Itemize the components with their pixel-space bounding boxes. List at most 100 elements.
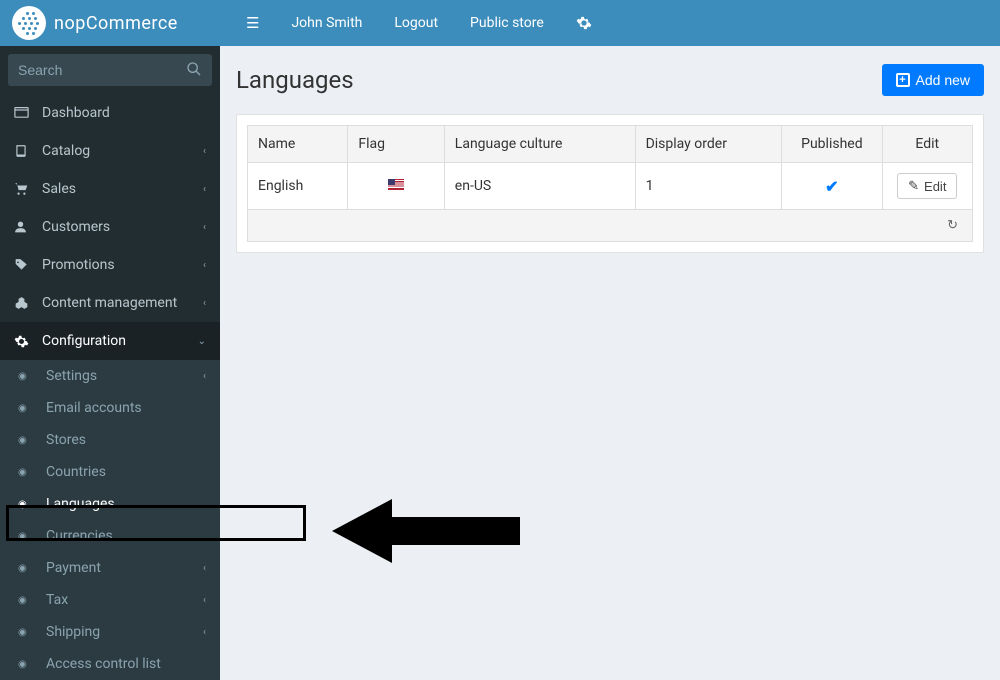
content-area: Languages + Add new Name Flag Language c… [220, 46, 1000, 680]
circle-icon: ◉ [18, 531, 36, 542]
brand-badge [12, 6, 46, 40]
sub-item-label: Currencies [46, 528, 206, 544]
sidebar-item-label: Catalog [42, 143, 203, 159]
sub-item-label: Access control list [46, 656, 206, 672]
check-icon: ✔ [825, 177, 838, 196]
cell-flag [348, 163, 444, 210]
sub-item-label: Countries [46, 464, 206, 480]
th-name[interactable]: Name [248, 126, 348, 163]
th-culture[interactable]: Language culture [444, 126, 635, 163]
chevron-left-icon: ‹ [203, 627, 206, 638]
user-link[interactable]: John Smith [277, 0, 376, 46]
sidebar-item-label: Customers [42, 219, 203, 235]
edit-label: Edit [924, 179, 946, 194]
th-published[interactable]: Published [782, 126, 882, 163]
us-flag-icon [388, 179, 404, 190]
sub-item-currencies[interactable]: ◉ Currencies [0, 520, 220, 552]
th-edit[interactable]: Edit [882, 126, 972, 163]
chevron-left-icon: ‹ [203, 563, 206, 574]
sidebar-item-label: Content management [42, 295, 203, 311]
sidebar-search [0, 46, 220, 94]
sidebar-item-customers[interactable]: Customers ‹ [0, 208, 220, 246]
sub-item-tax[interactable]: ◉ Tax ‹ [0, 584, 220, 616]
table-footer: ↻ [247, 210, 973, 242]
topbar: nopCommerce ☰ John Smith Logout Public s… [0, 0, 1000, 46]
circle-icon: ◉ [18, 403, 36, 414]
page-title: Languages [236, 66, 882, 94]
cubes-icon [14, 296, 34, 310]
chevron-left-icon: ‹ [203, 184, 206, 195]
th-flag[interactable]: Flag [348, 126, 444, 163]
user-icon [14, 220, 34, 234]
sidebar-item-label: Promotions [42, 257, 203, 273]
sub-item-settings[interactable]: ◉ Settings ‹ [0, 360, 220, 392]
circle-icon: ◉ [18, 435, 36, 446]
circle-icon: ◉ [18, 467, 36, 478]
circle-icon: ◉ [18, 627, 36, 638]
chevron-left-icon: ‹ [203, 298, 206, 309]
cell-edit: ✎ Edit [882, 163, 972, 210]
sidebar-item-configuration[interactable]: Configuration ⌄ [0, 322, 220, 360]
settings-gear-icon[interactable] [562, 15, 606, 31]
sub-item-label: Email accounts [46, 400, 206, 416]
circle-icon: ◉ [18, 595, 36, 606]
cell-published: ✔ [782, 163, 882, 210]
languages-panel: Name Flag Language culture Display order… [236, 114, 984, 253]
tag-icon [14, 258, 34, 272]
add-new-label: Add new [916, 72, 970, 88]
cell-order: 1 [635, 163, 782, 210]
sub-item-label: Tax [46, 592, 203, 608]
public-store-link[interactable]: Public store [456, 0, 558, 46]
plus-icon: + [896, 73, 910, 87]
sub-item-label: Stores [46, 432, 206, 448]
sub-item-countries[interactable]: ◉ Countries [0, 456, 220, 488]
sub-item-label: Shipping [46, 624, 203, 640]
sub-item-payment[interactable]: ◉ Payment ‹ [0, 552, 220, 584]
add-new-button[interactable]: + Add new [882, 64, 984, 96]
pencil-icon: ✎ [908, 178, 919, 194]
brand-text: nopCommerce [54, 13, 178, 34]
circle-icon: ◉ [18, 371, 36, 382]
table-row: English en-US 1 ✔ ✎ Edit [248, 163, 973, 210]
sub-item-stores[interactable]: ◉ Stores [0, 424, 220, 456]
sub-item-label: Payment [46, 560, 203, 576]
sidebar-item-dashboard[interactable]: Dashboard [0, 94, 220, 132]
circle-dot-icon: ◉ [18, 499, 36, 510]
chevron-left-icon: ‹ [203, 222, 206, 233]
gear-icon [14, 334, 34, 349]
brand-logo[interactable]: nopCommerce [0, 0, 220, 46]
sub-item-label: Settings [46, 368, 203, 384]
chevron-left-icon: ‹ [203, 371, 206, 382]
sidebar-item-label: Configuration [42, 333, 198, 349]
sub-item-shipping[interactable]: ◉ Shipping ‹ [0, 616, 220, 648]
brand-dots-icon [18, 12, 40, 34]
sidebar-item-catalog[interactable]: Catalog ‹ [0, 132, 220, 170]
search-input[interactable] [8, 54, 212, 86]
sidebar-item-label: Sales [42, 181, 203, 197]
logout-link[interactable]: Logout [380, 0, 452, 46]
chevron-left-icon: ‹ [203, 146, 206, 157]
chevron-left-icon: ‹ [203, 260, 206, 271]
circle-icon: ◉ [18, 659, 36, 670]
sidebar-toggle-icon[interactable]: ☰ [232, 14, 273, 32]
sidebar-item-label: Dashboard [42, 105, 206, 121]
dashboard-icon [14, 107, 34, 119]
th-order[interactable]: Display order [635, 126, 782, 163]
refresh-icon[interactable]: ↻ [947, 218, 958, 233]
sub-item-acl[interactable]: ◉ Access control list [0, 648, 220, 680]
circle-icon: ◉ [18, 563, 36, 574]
languages-table: Name Flag Language culture Display order… [247, 125, 973, 210]
cell-name: English [248, 163, 348, 210]
sub-item-label: Languages [46, 496, 206, 512]
sidebar-item-content[interactable]: Content management ‹ [0, 284, 220, 322]
sidebar-item-sales[interactable]: Sales ‹ [0, 170, 220, 208]
cart-icon [14, 182, 34, 196]
chevron-left-icon: ‹ [203, 595, 206, 606]
edit-button[interactable]: ✎ Edit [897, 173, 957, 199]
configuration-submenu: ◉ Settings ‹ ◉ Email accounts ◉ Stores ◉… [0, 360, 220, 680]
table-header-row: Name Flag Language culture Display order… [248, 126, 973, 163]
sub-item-languages[interactable]: ◉ Languages [0, 488, 220, 520]
sidebar-item-promotions[interactable]: Promotions ‹ [0, 246, 220, 284]
chevron-down-icon: ⌄ [198, 336, 206, 347]
sub-item-email[interactable]: ◉ Email accounts [0, 392, 220, 424]
